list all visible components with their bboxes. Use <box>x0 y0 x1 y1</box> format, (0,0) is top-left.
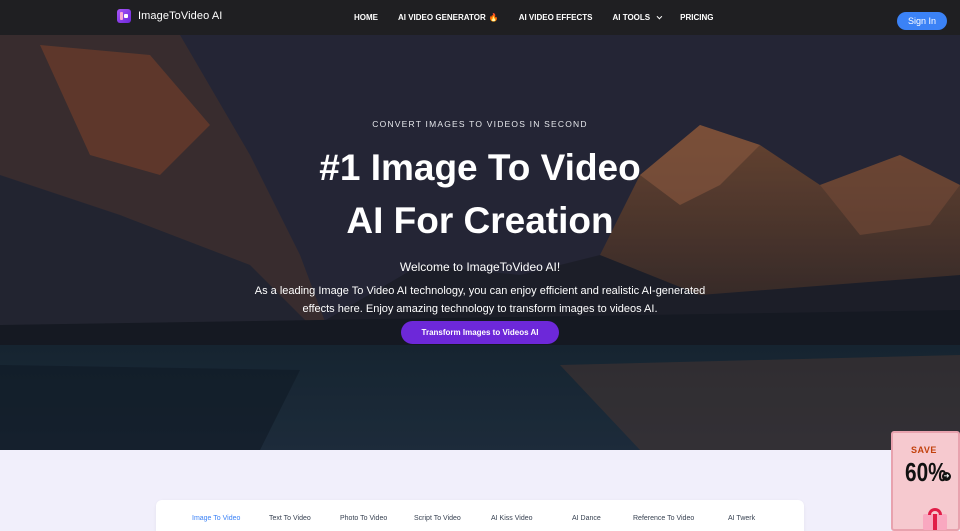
tab-script-to-video[interactable]: Script To Video <box>414 515 461 522</box>
sign-in-button[interactable]: Sign In <box>897 12 947 30</box>
tab-ai-dance[interactable]: AI Dance <box>572 515 601 522</box>
tab-photo-to-video[interactable]: Photo To Video <box>340 515 387 522</box>
gift-icon <box>923 508 949 530</box>
nav-ai-video-effects-label: AI VIDEO EFFECTS <box>518 13 593 22</box>
tab-image-to-video[interactable]: Image To Video <box>192 515 240 522</box>
nav-pricing-label: PRICING <box>680 13 714 22</box>
nav-pricing[interactable]: PRICING <box>680 13 713 22</box>
nav-home[interactable]: HOME <box>354 13 378 22</box>
sale-save-text: SAVE <box>911 445 937 455</box>
nav-ai-tools-label: AI TOOLS <box>612 13 651 22</box>
nav-home-label: HOME <box>354 13 378 22</box>
tab-ai-kiss-video[interactable]: AI Kiss Video <box>491 515 533 522</box>
top-navbar: ImageToVideo AI HOME AI VIDEO GENERATOR 🔥… <box>0 0 960 35</box>
tab-text-to-video[interactable]: Text To Video <box>269 515 311 522</box>
hero-title-line2: AI For Creation <box>346 200 614 241</box>
logo-icon <box>117 9 131 23</box>
sale-promo-badge[interactable]: SAVE 60% ➜ <box>891 431 960 531</box>
main-nav: HOME AI VIDEO GENERATOR 🔥 AI VIDEO EFFECT… <box>354 0 733 35</box>
nav-ai-video-effects[interactable]: AI VIDEO EFFECTS <box>519 13 593 22</box>
brand-link[interactable]: ImageToVideo AI <box>117 9 222 23</box>
hero-content: CONVERT IMAGES TO VIDEOS IN SECOND #1 Im… <box>0 35 960 450</box>
transform-images-button[interactable]: Transform Images to Videos AI <box>401 321 559 344</box>
tab-reference-to-video[interactable]: Reference To Video <box>633 515 694 522</box>
hero-description: As a leading Image To Video AI technolog… <box>254 285 706 315</box>
nav-ai-video-generator-label: AI VIDEO GENERATOR <box>398 13 486 22</box>
nav-ai-tools[interactable]: AI TOOLS <box>612 13 663 22</box>
brand-name: ImageToVideo AI <box>138 10 223 22</box>
fire-icon: 🔥 <box>488 13 499 22</box>
tab-ai-twerk[interactable]: AI Twerk <box>728 515 755 522</box>
arrow-right-icon: ➜ <box>942 472 951 481</box>
nav-ai-video-generator[interactable]: AI VIDEO GENERATOR 🔥 <box>398 13 499 22</box>
chevron-down-icon <box>656 13 663 19</box>
hero-title-line1: #1 Image To Video <box>319 147 641 188</box>
generator-tabs: Image To Video Text To Video Photo To Vi… <box>156 500 804 531</box>
hero-section: CONVERT IMAGES TO VIDEOS IN SECOND #1 Im… <box>0 35 960 450</box>
hero-eyebrow: CONVERT IMAGES TO VIDEOS IN SECOND <box>372 119 588 129</box>
hero-welcome: Welcome to ImageToVideo AI! <box>399 260 561 274</box>
sale-percent: 60% <box>905 457 947 487</box>
